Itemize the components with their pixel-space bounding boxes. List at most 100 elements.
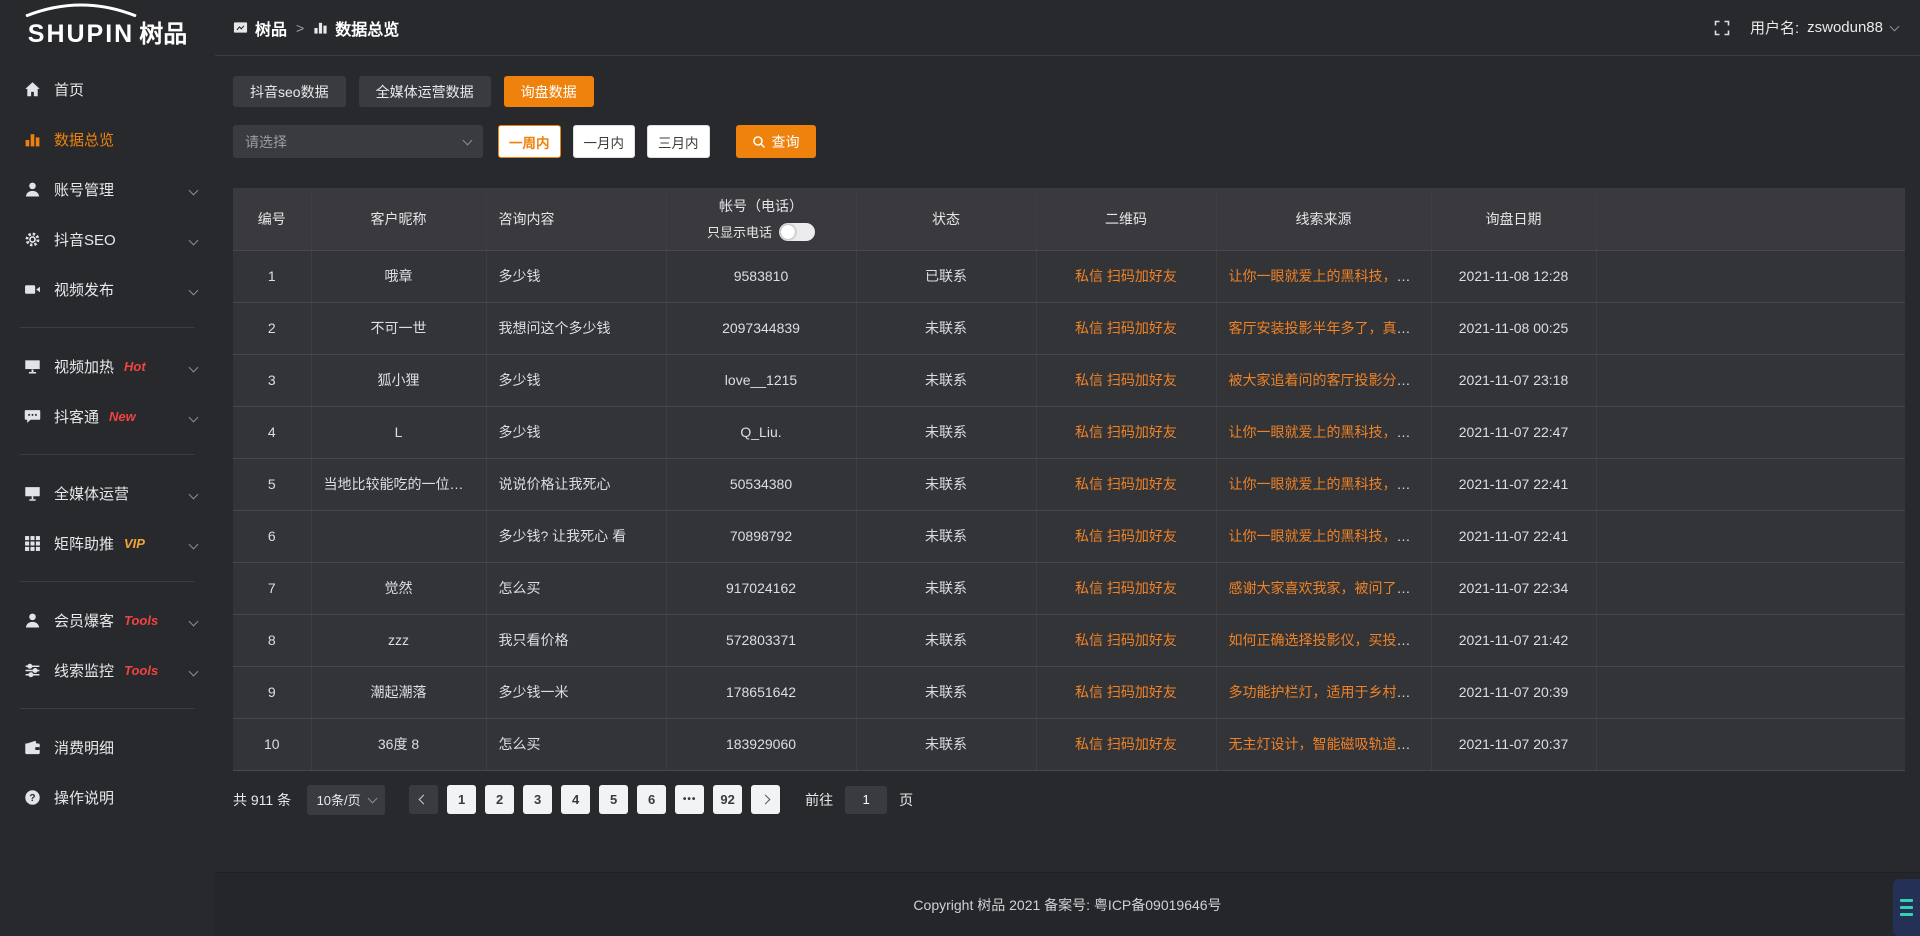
sidebar-item-media-operation[interactable]: 全媒体运营 [0, 468, 215, 518]
user-menu[interactable]: 用户名: zswodun88 [1750, 17, 1898, 38]
qrcode-link[interactable]: 私信 扫码加好友 [1075, 528, 1177, 544]
cell-qrcode: 私信 扫码加好友 [1036, 250, 1216, 302]
source-link[interactable]: 多功能护栏灯，适用于乡村文... [1229, 684, 1423, 700]
sidebar-item-consumption-detail[interactable]: 消费明细 [0, 722, 215, 772]
sidebar-item-home[interactable]: 首页 [0, 64, 215, 114]
cell-date: 2021-11-07 22:41 [1431, 458, 1596, 510]
page-size-label: 10条/页 [317, 790, 361, 809]
sidebar-divider [20, 327, 195, 328]
chart-icon [313, 20, 328, 35]
breadcrumb-label: 数据总览 [335, 16, 399, 40]
qrcode-link[interactable]: 私信 扫码加好友 [1075, 320, 1177, 336]
filter-select[interactable]: 请选择 [233, 125, 483, 158]
member-icon [24, 612, 41, 629]
source-link[interactable]: 感谢大家喜欢我家，被问了好... [1229, 580, 1423, 596]
cell-status: 未联系 [856, 510, 1036, 562]
cell-account: 183929060 [666, 718, 856, 770]
qrcode-link[interactable]: 私信 扫码加好友 [1075, 476, 1177, 492]
page-button-3[interactable]: 3 [523, 785, 552, 814]
prev-page-button[interactable] [409, 785, 438, 814]
source-link[interactable]: 无主灯设计，智能磁吸轨道灯... [1229, 736, 1423, 752]
username-value: zswodun88 [1807, 19, 1883, 36]
chevron-down-icon [463, 135, 473, 145]
qrcode-link[interactable]: 私信 扫码加好友 [1075, 684, 1177, 700]
sidebar-item-video-heating[interactable]: 视频加热Hot [0, 341, 215, 391]
page-button-6[interactable]: 6 [637, 785, 666, 814]
source-link[interactable]: 客厅安装投影半年多了，真实... [1229, 320, 1423, 336]
fullscreen-icon[interactable] [1714, 20, 1730, 36]
sidebar-item-video-publish[interactable]: 视频发布 [0, 264, 215, 314]
page-size-select[interactable]: 10条/页 [307, 785, 385, 815]
sidebar-item-operation-guide[interactable]: ?操作说明 [0, 772, 215, 822]
source-link[interactable]: 让你一眼就爱上的黑科技，能... [1229, 528, 1423, 544]
source-link[interactable]: 如何正确选择投影仪，买投影... [1229, 632, 1423, 648]
main-area: 树品>数据总览 用户名: zswodun88 抖音seo数据全媒体运营数据询盘数… [215, 0, 1920, 936]
breadcrumb-item-home[interactable]: 树品 [233, 16, 287, 40]
sidebar-item-douyin-seo[interactable]: 抖音SEO [0, 214, 215, 264]
chevron-down-icon [190, 662, 197, 679]
table-row: 1036度 8怎么买183929060未联系私信 扫码加好友无主灯设计，智能磁吸… [233, 718, 1905, 770]
cell-qrcode: 私信 扫码加好友 [1036, 458, 1216, 510]
column-header-2: 咨询内容 [486, 188, 666, 250]
qrcode-link[interactable]: 私信 扫码加好友 [1075, 268, 1177, 284]
sidebar-item-member-burst[interactable]: 会员爆客Tools [0, 595, 215, 645]
page-button-2[interactable]: 2 [485, 785, 514, 814]
footer: Copyright 树品 2021 备案号: 粤ICP备09019646号 [215, 872, 1920, 936]
source-link[interactable]: 被大家追着问的客厅投影分享... [1229, 372, 1423, 388]
cell-content: 我想问这个多少钱 [486, 302, 666, 354]
sidebar-item-label: 矩阵助推 [54, 533, 114, 554]
search-icon [752, 135, 766, 149]
corner-widget[interactable] [1893, 879, 1920, 936]
page-button-1[interactable]: 1 [447, 785, 476, 814]
cell-status: 未联系 [856, 614, 1036, 666]
page-ellipsis-button[interactable]: ••• [675, 785, 704, 814]
chevron-down-icon [1890, 21, 1900, 31]
page-button-92[interactable]: 92 [713, 785, 742, 814]
cell-nickname: 潮起潮落 [311, 666, 486, 718]
qrcode-link[interactable]: 私信 扫码加好友 [1075, 580, 1177, 596]
phone-toggle-label: 只显示电话 [707, 222, 772, 241]
page-button-5[interactable]: 5 [599, 785, 628, 814]
question-icon: ? [24, 789, 41, 806]
cell-account: 178651642 [666, 666, 856, 718]
source-link[interactable]: 让你一眼就爱上的黑科技，能... [1229, 476, 1423, 492]
cell-source: 多功能护栏灯，适用于乡村文... [1216, 666, 1431, 718]
sidebar-item-lead-monitor[interactable]: 线索监控Tools [0, 645, 215, 695]
sidebar-menu: 首页数据总览账号管理抖音SEO视频发布视频加热Hot抖客通New全媒体运营矩阵助… [0, 56, 215, 822]
cell-account: Q_Liu. [666, 406, 856, 458]
qrcode-link[interactable]: 私信 扫码加好友 [1075, 736, 1177, 752]
sidebar-item-data-overview[interactable]: 数据总览 [0, 114, 215, 164]
cell-content: 我只看价格 [486, 614, 666, 666]
tab-media-operation-data[interactable]: 全媒体运营数据 [359, 76, 491, 107]
qrcode-link[interactable]: 私信 扫码加好友 [1075, 372, 1177, 388]
source-link[interactable]: 让你一眼就爱上的黑科技，能... [1229, 268, 1423, 284]
search-button[interactable]: 查询 [736, 125, 816, 158]
sidebar-item-account-management[interactable]: 账号管理 [0, 164, 215, 214]
cell-source: 无主灯设计，智能磁吸轨道灯... [1216, 718, 1431, 770]
breadcrumb-item-data-overview[interactable]: 数据总览 [313, 16, 399, 40]
qrcode-link[interactable]: 私信 扫码加好友 [1075, 424, 1177, 440]
qrcode-link[interactable]: 私信 扫码加好友 [1075, 632, 1177, 648]
page-button-4[interactable]: 4 [561, 785, 590, 814]
tab-inquiry-data[interactable]: 询盘数据 [504, 76, 594, 107]
cell-date: 2021-11-08 12:28 [1431, 250, 1596, 302]
source-link[interactable]: 让你一眼就爱上的黑科技，能... [1229, 424, 1423, 440]
range-button-one-month[interactable]: 一月内 [573, 125, 636, 158]
cell-qrcode: 私信 扫码加好友 [1036, 354, 1216, 406]
goto-unit-label: 页 [899, 790, 913, 810]
tab-douyin-seo-data[interactable]: 抖音seo数据 [233, 76, 346, 107]
range-button-one-week[interactable]: 一周内 [498, 125, 561, 158]
logo-brand-cn: 树品 [139, 14, 187, 49]
table-row: 2不可一世我想问这个多少钱2097344839未联系私信 扫码加好友客厅安装投影… [233, 302, 1905, 354]
sidebar-item-matrix-boost[interactable]: 矩阵助推VIP [0, 518, 215, 568]
cell-nickname [311, 510, 486, 562]
range-button-three-months[interactable]: 三月内 [647, 125, 710, 158]
sidebar-item-douketong[interactable]: 抖客通New [0, 391, 215, 441]
cell-filler [1596, 458, 1905, 510]
goto-page-input[interactable] [845, 786, 887, 814]
cell-date: 2021-11-07 22:47 [1431, 406, 1596, 458]
chevron-down-icon [190, 358, 197, 375]
cell-nickname: 不可一世 [311, 302, 486, 354]
next-page-button[interactable] [751, 785, 780, 814]
phone-only-toggle[interactable] [779, 223, 815, 241]
